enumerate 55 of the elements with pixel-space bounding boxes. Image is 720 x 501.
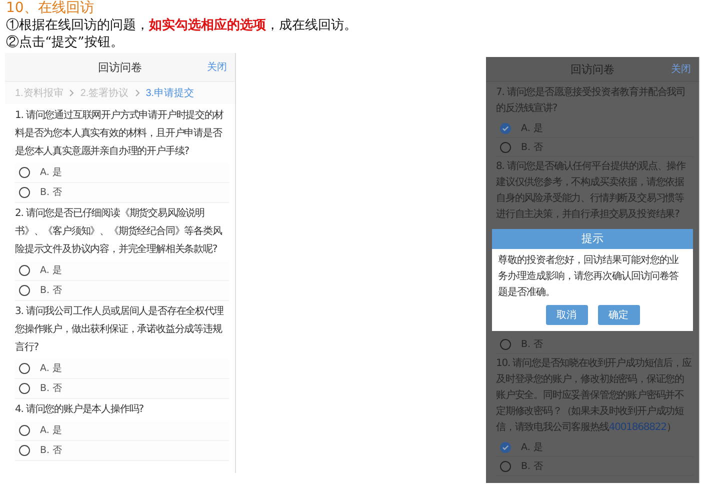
radio-button[interactable] — [500, 122, 511, 134]
close-link[interactable]: 关闭 — [671, 62, 691, 76]
radio-button[interactable] — [19, 285, 30, 296]
radio-option[interactable]: A. 是 — [496, 119, 693, 138]
option-label: B. 否 — [40, 186, 63, 199]
question-text: 8. 请问您是否确认任何平台提供的观点、操作建议仅供您参考，不构成买卖依据，请您依据自身的风险承受能力、行情判断及交易习惯等进行自主决策，并自行承担交易及投资结果? — [496, 160, 687, 222]
chevron-icon — [134, 89, 140, 97]
dialog-message: 尊敬的投资者您好，回访结果可能对您的业务办理造成影响，请您再次确认回访问卷答题是否准确。 — [497, 254, 680, 300]
radio-button[interactable] — [19, 363, 30, 374]
radio-button[interactable] — [500, 142, 511, 152]
radio-option[interactable]: B. 否 — [496, 335, 693, 354]
question-text: 4. 请问您的账户是本人操作吗? — [15, 402, 144, 417]
close-link[interactable]: 关闭 — [207, 60, 227, 74]
question-text: 2. 请问您是否已仔细阅读《期货交易风险说明书》、《客户须知》、《期货经纪合同》等各类风险提示文件及协议内容，并完全理解相关条款呢? — [15, 206, 223, 257]
option-label: B. 否 — [521, 338, 544, 350]
section-heading: 10、在线回访 — [6, 0, 95, 17]
radio-button[interactable] — [500, 460, 511, 472]
step-tab[interactable]: 2.签署协议 — [80, 86, 129, 100]
radio-button[interactable] — [19, 167, 30, 178]
radio-option[interactable]: B. 否 — [496, 457, 693, 476]
question-text: 1. 请问您通过互联网开户方式申请开户时提交的材料是否为您本人真实有效的材料，且开户申请是否是您本人真实意愿并亲自办理的开户手续? — [15, 108, 225, 159]
option-label: A. 是 — [521, 440, 544, 454]
option-label: A. 是 — [40, 264, 62, 277]
instruction-text: ①根据在线回访的问题，如实勾选相应的选项，成在线回访。 — [6, 17, 358, 34]
question-text: 7. 请问您是否愿意接受投资者教育并配合我司的反洗钱宣讲? — [496, 86, 687, 116]
dialog-button[interactable]: 确定 — [598, 305, 640, 325]
radio-button[interactable] — [500, 442, 511, 452]
option-label: B. 否 — [40, 382, 63, 395]
step-tab[interactable]: 3.申请提交 — [146, 86, 194, 100]
step-tab[interactable]: 1.资料报审 — [15, 86, 64, 100]
screen-title: 回访问卷 — [570, 62, 614, 76]
option-label: A. 是 — [40, 362, 62, 375]
radio-button[interactable] — [500, 338, 511, 350]
radio-button[interactable] — [19, 445, 30, 456]
radio-option[interactable]: A. 是 — [496, 438, 693, 457]
option-label: B. 否 — [40, 284, 63, 297]
chevron-icon — [69, 89, 74, 97]
option-label: A. 是 — [40, 424, 62, 437]
option-label: B. 否 — [521, 460, 544, 472]
radio-button[interactable] — [19, 265, 30, 276]
screen-title: 回访问卷 — [98, 60, 142, 74]
radio-button[interactable] — [19, 425, 30, 436]
radio-button[interactable] — [19, 383, 30, 394]
question-text: 3. 请问我公司工作人员或居间人是否存在全权代理您操作账户，做出获利保证，承诺收益分成等违规言行? — [15, 304, 225, 355]
question-text: 10. 请问您是否知晓在收到开户成功短信后，应及时登录您的账户，修改初始密码，保证您的账户安全。同时应妥善保管您的账户密码并不定期修改密码？（如果未及时收到开户成功短信，请致电我公司客服热线4001868822） — [496, 356, 692, 435]
option-label: A. 是 — [521, 122, 544, 134]
instruction-text: ②点击“提交”按钮。 — [6, 34, 124, 51]
phone-link[interactable]: 4001868822 — [608, 422, 666, 433]
option-label: B. 否 — [521, 140, 544, 154]
option-label: A. 是 — [40, 166, 62, 179]
radio-option[interactable]: B. 否 — [496, 138, 693, 157]
option-label: B. 否 — [40, 444, 63, 457]
dialog-button[interactable]: 取消 — [546, 305, 588, 325]
dialog-title: 提示 — [492, 229, 693, 249]
radio-button[interactable] — [19, 187, 30, 198]
